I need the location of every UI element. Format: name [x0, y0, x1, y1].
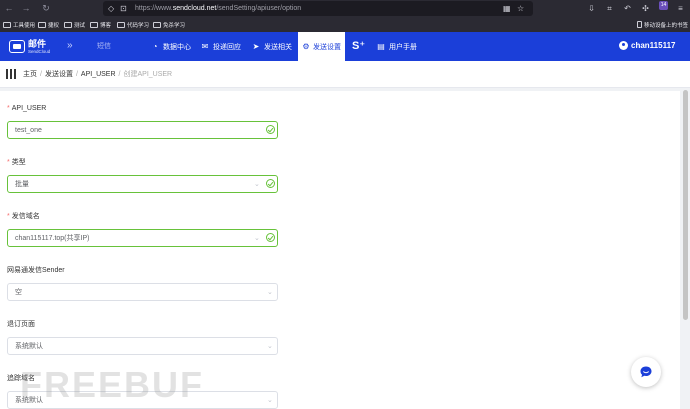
user-menu[interactable]: chan115117 — [619, 41, 675, 50]
pie-chart-icon: ◔ — [152, 41, 158, 51]
folder-icon — [117, 21, 125, 28]
extension-badge[interactable]: 14 — [659, 1, 668, 10]
reload-icon[interactable]: ↻ — [40, 3, 52, 14]
puzzle-icon[interactable]: ✣ — [640, 3, 651, 14]
domain-label: * 发信域名 — [7, 213, 40, 220]
logo-title: 邮件 — [28, 39, 47, 49]
nav-data-center[interactable]: ◔ 数据中心 — [146, 32, 195, 61]
book-icon: ▤ — [377, 41, 385, 51]
star-icon[interactable]: ☆ — [517, 3, 524, 14]
mail-logo-icon — [9, 40, 25, 53]
back-arrow-icon[interactable]: ← — [3, 3, 15, 14]
bookmark-folder[interactable]: 博客 — [90, 20, 111, 29]
breadcrumb-separator: / — [40, 71, 42, 78]
bar — [14, 69, 16, 79]
sender-select-value: 空 — [15, 289, 22, 296]
bar — [6, 69, 8, 79]
address-bar[interactable]: ◇ ⊡ https://www.sendcloud.net/sendSettin… — [103, 1, 533, 16]
type-label: * 类型 — [7, 159, 26, 166]
gear-icon: ⚙ — [302, 41, 310, 51]
lock-icon[interactable]: ⊡ — [120, 3, 127, 14]
mail-reply-icon: ✉ — [201, 41, 209, 51]
sender-select[interactable]: 空 ⌄ — [7, 283, 278, 301]
sidebar-toggle-icon[interactable] — [6, 69, 16, 79]
type-select[interactable]: 批量 ⌄ — [7, 175, 278, 193]
crop-icon[interactable]: ⌗ — [604, 3, 615, 14]
chevron-down-icon: ⌄ — [267, 289, 273, 296]
form-card: *API_USER *类型 批量 ⌄ *发信域名 chan115117.top(… — [0, 91, 680, 409]
nav-delivery-response[interactable]: ✉ 投递回应 — [196, 32, 245, 61]
user-avatar-icon — [619, 41, 628, 50]
type-select-value: 批量 — [15, 181, 29, 188]
bookmarks-bar: 工具使用 捷权 测试 博客 代码学习 免杀学习 移动设备上的书签 — [0, 17, 690, 32]
double-chevron-right-icon[interactable]: » — [67, 41, 73, 51]
browser-chrome: ← → ↻ ◇ ⊡ https://www.sendcloud.net/send… — [0, 0, 690, 32]
chevron-down-icon: ⌄ — [267, 397, 273, 404]
chat-support-button[interactable] — [631, 357, 661, 387]
download-icon[interactable]: ⇩ — [586, 3, 597, 14]
domain-select-value: chan115117.top(共享IP) — [15, 235, 90, 242]
undo-icon[interactable]: ↶ — [622, 3, 633, 14]
bookmark-folder[interactable]: 捷权 — [38, 20, 59, 29]
chevron-down-icon: ⌄ — [254, 235, 260, 242]
url-text[interactable]: https://www.sendcloud.net/sendSetting/ap… — [135, 4, 301, 13]
phone-icon — [637, 21, 642, 28]
watermark: FREEBUF — [20, 364, 204, 405]
nav-send-settings[interactable]: ⚙ 发送设置 — [298, 32, 345, 61]
app-header: 邮件 SendCloud » 短信 ◔ 数据中心 ✉ 投递回应 ➤ 发送相关 ⚙ 发送设… — [0, 32, 690, 61]
breadcrumb-bar: 主页 / 发送设置 / API_USER / 创建API_USER — [0, 61, 690, 88]
valid-check-icon — [266, 179, 275, 188]
sender-label: 网易通发信Sender — [7, 267, 65, 274]
logo-subtitle: SendCloud — [28, 49, 51, 54]
bookmark-folder[interactable]: 免杀学习 — [153, 20, 185, 29]
breadcrumb-home[interactable]: 主页 — [23, 71, 37, 78]
browser-toolbar: ← → ↻ ◇ ⊡ https://www.sendcloud.net/send… — [0, 0, 690, 17]
breadcrumb-send-settings[interactable]: 发送设置 — [45, 71, 73, 78]
chevron-down-icon: ⌄ — [267, 343, 273, 350]
api-user-input[interactable] — [15, 126, 255, 135]
nav-sms[interactable]: 短信 — [97, 42, 111, 51]
breadcrumb-separator: / — [118, 71, 121, 78]
bar — [10, 69, 12, 79]
folder-icon — [3, 21, 11, 28]
nav-splus[interactable]: S⁺ — [352, 40, 365, 52]
folder-icon — [64, 21, 72, 28]
api-user-field[interactable] — [7, 121, 278, 139]
main-content: *API_USER *类型 批量 ⌄ *发信域名 chan115117.top(… — [0, 88, 690, 409]
folder-icon — [153, 21, 161, 28]
chat-bubble-icon — [640, 366, 652, 378]
folder-icon — [90, 21, 98, 28]
nav-user-manual[interactable]: ▤ 用户手册 — [372, 32, 421, 61]
forward-arrow-icon[interactable]: → — [20, 3, 32, 14]
folder-icon — [38, 21, 46, 28]
breadcrumb: 主页 / 发送设置 / API_USER / 创建API_USER — [23, 70, 172, 79]
chevron-down-icon: ⌄ — [254, 181, 260, 188]
valid-check-icon — [266, 233, 275, 242]
nav-send-related[interactable]: ➤ 发送相关 — [247, 32, 296, 61]
bookmark-folder[interactable]: 代码学习 — [117, 20, 149, 29]
unsubscribe-select[interactable]: 系统默认 ⌄ — [7, 337, 278, 355]
breadcrumb-separator: / — [75, 71, 78, 78]
qr-code-icon[interactable]: ▦ — [503, 3, 511, 14]
unsubscribe-select-value: 系统默认 — [15, 343, 43, 350]
paper-plane-icon: ➤ — [252, 41, 260, 51]
unsubscribe-label: 退订页面 — [7, 321, 35, 328]
breadcrumb-api-user[interactable]: API_USER — [81, 71, 116, 78]
valid-check-icon — [266, 125, 275, 134]
breadcrumb-current: 创建API_USER — [123, 71, 173, 78]
api-user-label: * API_USER — [7, 105, 47, 112]
bookmark-folder[interactable]: 工具使用 — [3, 20, 35, 29]
mobile-bookmarks[interactable]: 移动设备上的书签 — [637, 20, 688, 29]
page-scrollbar[interactable] — [683, 90, 688, 320]
domain-select[interactable]: chan115117.top(共享IP) ⌄ — [7, 229, 278, 247]
bookmark-folder[interactable]: 测试 — [64, 20, 85, 29]
shield-icon[interactable]: ◇ — [108, 3, 114, 14]
menu-icon[interactable]: ≡ — [675, 3, 686, 14]
